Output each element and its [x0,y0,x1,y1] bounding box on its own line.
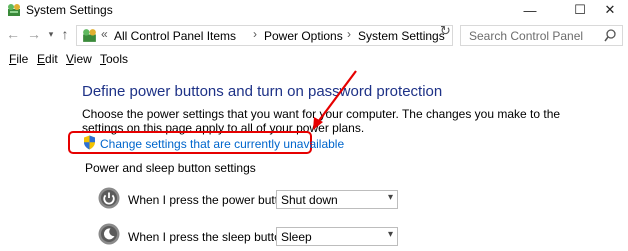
select-value: Shut down [281,193,338,207]
window-title: System Settings [26,3,113,17]
title-bar: System Settings — ☐ ✕ [0,0,628,20]
breadcrumb-separator[interactable]: › [347,27,351,41]
breadcrumb-separator[interactable]: › [253,27,257,41]
menu-bar: File Edit View Tools [0,50,628,68]
up-arrow-icon[interactable]: ↑ [57,25,73,43]
menu-edit[interactable]: Edit [37,52,58,66]
sleep-button-action-select[interactable]: Sleep ▾ [276,227,398,246]
change-settings-link[interactable]: Change settings that are currently unava… [100,137,344,151]
menu-view[interactable]: View [66,52,92,66]
breadcrumb-system-settings[interactable]: System Settings [358,29,445,43]
search-icon [604,29,616,42]
close-button[interactable]: ✕ [590,0,628,20]
menu-tools[interactable]: Tools [100,52,128,66]
breadcrumb-overflow[interactable]: « [101,27,108,41]
control-panel-icon [8,4,20,16]
page-title: Define power buttons and turn on passwor… [82,83,443,100]
breadcrumb-power-options[interactable]: Power Options [264,29,343,43]
chevron-down-icon: ▾ [387,192,393,203]
minimize-button[interactable]: — [510,0,550,20]
menu-file[interactable]: File [9,52,28,66]
breadcrumb-all-control-panel-items[interactable]: All Control Panel Items [114,29,236,43]
search-input[interactable]: Search Control Panel [460,25,623,46]
section-heading: Power and sleep button settings [85,161,256,175]
refresh-icon[interactable]: ↻ [440,23,451,39]
back-arrow-icon[interactable]: ← [5,25,21,43]
forward-arrow-icon[interactable]: → [26,25,42,43]
select-value: Sleep [281,230,312,244]
address-bar[interactable]: « All Control Panel Items › Power Option… [76,25,500,46]
sleep-icon [98,223,120,245]
power-button-action-select[interactable]: Shut down ▾ [276,190,398,209]
navigation-bar: ← → ▾ ↑ « All Control Panel Items › Powe… [0,22,628,48]
power-icon [98,187,120,209]
chevron-down-icon: ▾ [387,229,393,240]
power-button-label: When I press the power button: [128,193,295,207]
sleep-button-label: When I press the sleep button: [128,230,291,244]
uac-shield-icon [84,135,95,150]
control-panel-icon [83,29,96,42]
search-placeholder: Search Control Panel [469,29,584,43]
